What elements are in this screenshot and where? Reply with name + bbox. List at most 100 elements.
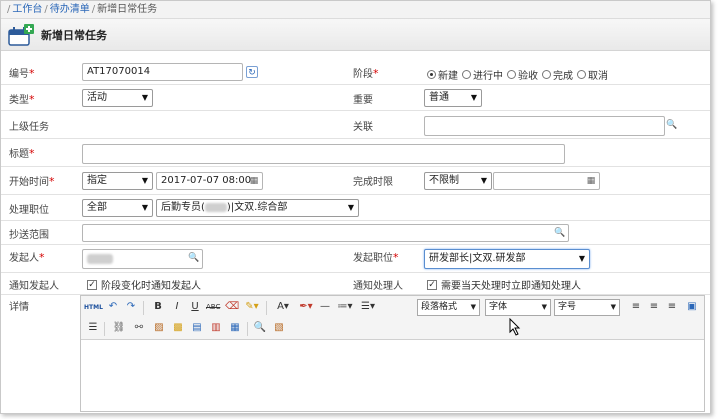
notify-initiator-label: 通知发起人 (9, 281, 59, 292)
handler-position-select[interactable]: 后勤专员()|文双.综合部 ▼ (156, 199, 359, 217)
link-icon[interactable]: ⛓ (112, 321, 126, 335)
redacted-name (204, 202, 227, 212)
search-icon[interactable]: 🔍 (666, 119, 678, 131)
row-time: 开始时间* 指定 ▼ 2017-07-07 08:00 ▦ 完成时限 不限制 ▼ ▦ (1, 167, 710, 195)
search-icon[interactable]: 🔍 (188, 252, 200, 264)
align-center-icon[interactable]: ≡ (648, 300, 660, 314)
refresh-code-icon[interactable]: ↻ (246, 66, 258, 78)
handler-scope-select[interactable]: 全部 ▼ (82, 199, 153, 217)
breadcrumb-home-link[interactable]: 工作台 (12, 4, 42, 15)
row-notify: 通知发起人 ✓ 阶段变化时通知发起人 通知处理人 ✓ 需要当天处理时立即通知处理人 (1, 273, 710, 295)
stage-label: 阶段* (353, 67, 379, 80)
parent-task-label: 上级任务 (9, 122, 49, 133)
toolbar-divider (143, 301, 144, 315)
redacted-name (87, 254, 113, 264)
attachment-icon[interactable]: ▥ (209, 321, 223, 335)
align-left-icon[interactable]: ≡ (630, 300, 642, 314)
table-icon[interactable]: ▦ (228, 321, 242, 335)
row-type: 类型* 活动 ▼ 重要 普通 ▼ (1, 85, 710, 111)
start-time-label: 开始时间* (9, 175, 55, 188)
paste-icon[interactable]: ▧ (272, 321, 286, 335)
deadline-input[interactable] (493, 172, 600, 190)
horizontal-rule-icon[interactable]: — (319, 300, 331, 314)
chevron-down-icon: ▼ (541, 303, 547, 311)
initiator-position-select[interactable]: 研发部长|文双.研发部 ▼ (424, 249, 590, 269)
chevron-down-icon: ▼ (141, 176, 148, 185)
unlink-icon[interactable]: ⚯ (132, 321, 146, 335)
deadline-label: 完成时限 (353, 177, 393, 188)
notify-handler-label: 通知处理人 (353, 281, 403, 292)
type-select[interactable]: 活动 ▼ (82, 89, 153, 107)
notify-handler-checkbox[interactable]: ✓ 需要当天处理时立即通知处理人 (427, 277, 581, 292)
multi-image-icon[interactable]: ▩ (171, 321, 185, 335)
stage-radio-in-progress[interactable]: 进行中 (462, 67, 503, 82)
calendar-add-icon (7, 23, 35, 46)
preview-icon[interactable]: 🔍 (253, 321, 267, 335)
strikethrough-icon[interactable]: ABC (206, 300, 220, 314)
details-label: 详情 (9, 302, 29, 313)
chevron-down-icon: ▼ (141, 93, 148, 102)
importance-select[interactable]: 普通 ▼ (424, 89, 482, 107)
notify-initiator-checkbox[interactable]: ✓ 阶段变化时通知发起人 (87, 277, 201, 292)
chevron-down-icon: ▼ (347, 203, 354, 212)
stage-radio-cancel[interactable]: 取消 (577, 67, 608, 82)
initiator-input[interactable] (82, 249, 203, 269)
chevron-down-icon: ▼ (470, 93, 477, 102)
italic-icon[interactable]: I (171, 300, 183, 314)
code-input[interactable]: AT17070014 (82, 63, 243, 81)
editor-body[interactable] (81, 340, 704, 411)
start-time-input[interactable]: 2017-07-07 08:00 (156, 172, 263, 190)
start-mode-select[interactable]: 指定 ▼ (82, 172, 153, 190)
stage-radio-new[interactable]: 新建 (427, 67, 458, 82)
handler-position-label: 处理职位 (9, 205, 49, 216)
details-editor: HTML ↶ ↷ B I U ABC ⌫ ✎▾ A▾ ✒▾ — ≔▾ ☰▾ 段落… (80, 295, 705, 412)
toolbar-divider (104, 322, 105, 336)
title-input[interactable] (82, 144, 565, 164)
font-family-select[interactable]: 字体 ▼ (485, 299, 551, 316)
toolbar-divider (247, 322, 248, 336)
font-color-icon[interactable]: A▾ (272, 300, 294, 314)
cc-input[interactable] (82, 224, 569, 242)
fullscreen-icon[interactable]: ▣ (685, 300, 699, 314)
font-size-select[interactable]: 字号 ▼ (554, 299, 620, 316)
stage-radio-complete[interactable]: 完成 (542, 67, 573, 82)
breadcrumb-todo-link[interactable]: 待办清单 (50, 4, 90, 15)
calendar-icon[interactable]: ▦ (585, 175, 597, 187)
format-brush-icon[interactable]: ✎▾ (242, 300, 262, 314)
stage-radio-acceptance[interactable]: 验收 (507, 67, 538, 82)
importance-label: 重要 (353, 95, 373, 106)
align-right-icon[interactable]: ≡ (666, 300, 678, 314)
media-icon[interactable]: ▤ (190, 321, 204, 335)
stage-radio-group: 新建 进行中 验收 完成 取消 (427, 67, 612, 82)
html-source-button[interactable]: HTML (84, 301, 103, 315)
image-icon[interactable]: ▨ (152, 321, 166, 335)
row-cc: 抄送范围 🔍 (1, 221, 710, 245)
chevron-down-icon: ▼ (578, 254, 585, 263)
mouse-cursor-icon (509, 318, 521, 336)
search-icon[interactable]: 🔍 (554, 227, 566, 239)
initiator-label: 发起人* (9, 251, 45, 264)
calendar-icon[interactable]: ▦ (248, 175, 260, 187)
related-input[interactable] (424, 116, 665, 136)
row-code: 编号* AT17070014 ↻ 阶段* 新建 进行中 验收 完成 取消 (1, 59, 710, 85)
underline-icon[interactable]: U (189, 300, 201, 314)
breadcrumb-current: 新增日常任务 (97, 4, 158, 15)
type-label: 类型* (9, 93, 35, 106)
highlight-color-icon[interactable]: ✒▾ (296, 300, 316, 314)
chevron-down-icon: ▼ (480, 176, 487, 185)
deadline-select[interactable]: 不限制 ▼ (424, 172, 492, 190)
chevron-down-icon: ▼ (610, 303, 616, 311)
title-label: 标题* (9, 147, 35, 160)
breadcrumb: / 工作台 / 待办清单 / 新增日常任务 (1, 1, 710, 19)
justify-icon[interactable]: ☰ (87, 321, 99, 335)
ordered-list-icon[interactable]: ≔▾ (335, 300, 355, 314)
eraser-icon[interactable]: ⌫ (225, 300, 239, 314)
page-header: 新增日常任务 (1, 19, 710, 51)
unordered-list-icon[interactable]: ☰▾ (358, 300, 378, 314)
paragraph-format-select[interactable]: 段落格式 ▼ (417, 299, 480, 316)
initiator-position-label: 发起职位* (353, 251, 399, 264)
bold-icon[interactable]: B (152, 300, 164, 314)
redo-icon[interactable]: ↷ (125, 300, 137, 314)
chevron-down-icon: ▼ (141, 203, 148, 212)
undo-icon[interactable]: ↶ (107, 300, 119, 314)
